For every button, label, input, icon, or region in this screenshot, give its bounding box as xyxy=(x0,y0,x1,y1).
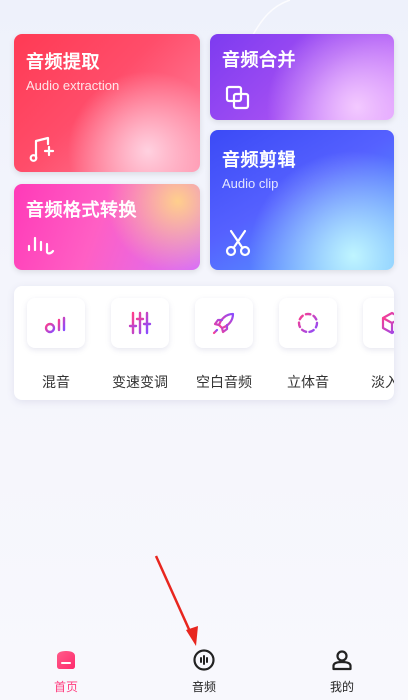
audio-extraction-card[interactable]: 音频提取 Audio extraction xyxy=(14,34,200,172)
tool-stereo-label: 立体音 xyxy=(287,375,329,391)
audio-format-convert-title: 音频格式转换 xyxy=(26,200,137,221)
tool-speed-pitch[interactable]: 变速变调 xyxy=(98,286,182,400)
tool-blank-audio-label: 空白音频 xyxy=(196,375,252,391)
tool-stereo-tile[interactable] xyxy=(279,298,337,348)
equalizer-sliders-icon xyxy=(128,311,152,335)
tool-fade-tile[interactable] xyxy=(363,298,394,348)
audio-merge-card[interactable]: 音频合并 xyxy=(210,34,394,120)
tab-audio[interactable]: 音频 xyxy=(154,640,254,700)
user-icon xyxy=(332,650,352,671)
scissors-icon xyxy=(225,229,251,257)
audio-extraction-title: 音频提取 xyxy=(26,52,100,73)
rocket-icon xyxy=(212,312,235,335)
overlap-squares-icon xyxy=(225,85,250,110)
tool-stereo[interactable]: 立体音 xyxy=(266,286,350,400)
tab-home[interactable]: 首页 xyxy=(16,640,116,700)
tool-blank-audio[interactable]: 空白音频 xyxy=(182,286,266,400)
audio-clip-title: 音频剪辑 xyxy=(222,150,296,171)
tab-mine-label: 我的 xyxy=(329,680,354,694)
tool-mix-label: 混音 xyxy=(42,375,70,391)
waveform-icon xyxy=(27,236,55,255)
tool-mix-tile[interactable] xyxy=(27,298,85,348)
home-icon xyxy=(57,651,75,669)
audio-clip-card[interactable]: 音频剪辑 Audio clip xyxy=(210,130,394,270)
audio-disc-icon xyxy=(193,649,215,671)
audio-format-convert-card[interactable]: 音频格式转换 xyxy=(14,184,200,270)
tool-fade[interactable]: 淡入淡 xyxy=(350,286,394,400)
mix-note-icon xyxy=(44,312,66,334)
tool-speed-pitch-tile[interactable] xyxy=(111,298,169,348)
cube-icon xyxy=(381,311,394,335)
dashed-circle-icon xyxy=(297,312,319,334)
tab-mine[interactable]: 我的 xyxy=(292,640,392,700)
audio-extraction-subtitle: Audio extraction xyxy=(26,78,120,93)
audio-clip-subtitle: Audio clip xyxy=(222,176,279,191)
tool-blank-audio-tile[interactable] xyxy=(195,298,253,348)
tab-audio-label: 音频 xyxy=(191,680,216,694)
tool-speed-pitch-label: 变速变调 xyxy=(112,375,168,391)
tool-fade-label: 淡入淡 xyxy=(371,375,394,391)
tool-mix[interactable]: 混音 xyxy=(14,286,98,400)
audio-merge-title: 音频合并 xyxy=(222,50,296,71)
music-note-plus-icon xyxy=(29,136,55,162)
red-arrow-annotation xyxy=(154,555,198,646)
tab-home-label: 首页 xyxy=(53,680,78,694)
tools-strip[interactable]: 混音 变速变调 空白音频 立体音 淡入 xyxy=(14,286,394,400)
bottom-tab-bar: 首页 音频 我的 xyxy=(0,640,408,700)
